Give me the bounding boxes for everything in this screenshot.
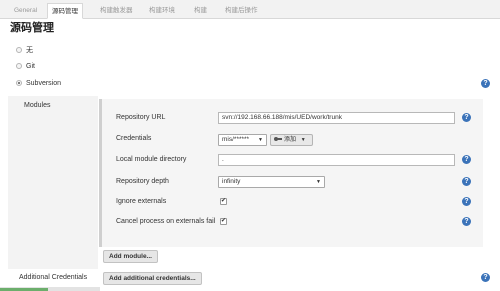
- dropdown-arrow-icon: ▼: [258, 137, 263, 143]
- tab-source-code-management[interactable]: 源码管理: [47, 3, 83, 19]
- credentials-selected-value: mis/******: [222, 136, 250, 143]
- scm-option-none[interactable]: 无: [16, 45, 33, 55]
- repository-depth-select[interactable]: infinity ▼: [218, 176, 325, 188]
- repository-depth-label: Repository depth: [116, 178, 169, 185]
- tab-post-build-actions[interactable]: 构建后操作: [221, 3, 262, 19]
- credentials-label: Credentials: [116, 135, 152, 142]
- repository-url-input[interactable]: svn://192.168.66.188/mis/UED/work/trunk: [218, 112, 455, 124]
- tab-build[interactable]: 构建: [190, 3, 211, 19]
- config-tab-bar: General 源码管理 构建触发器 构建环境 构建 构建后操作: [0, 0, 500, 19]
- cancel-on-externals-fail-checkbox[interactable]: ✔: [220, 218, 227, 225]
- repository-depth-selected-value: infinity: [222, 178, 241, 185]
- modules-label: Modules: [24, 102, 51, 109]
- help-icon-additional-credentials[interactable]: ?: [481, 273, 490, 282]
- tab-build-environment[interactable]: 构建环境: [145, 3, 179, 19]
- dropdown-arrow-icon: ▼: [300, 137, 306, 143]
- help-icon-repository-url[interactable]: ?: [462, 113, 471, 122]
- tab-build-triggers[interactable]: 构建触发器: [96, 3, 137, 19]
- dropdown-arrow-icon: ▼: [316, 179, 321, 185]
- help-icon-local-module-directory[interactable]: ?: [462, 155, 471, 164]
- tab-general[interactable]: General: [10, 3, 41, 19]
- scm-option-subversion[interactable]: Subversion: [16, 78, 61, 88]
- scm-option-label: Git: [26, 62, 35, 70]
- help-icon-subversion[interactable]: ?: [481, 79, 490, 88]
- radio-button[interactable]: [16, 47, 22, 53]
- modules-label-column: [8, 96, 98, 269]
- add-credentials-button[interactable]: 添加 ▼: [270, 134, 313, 146]
- help-icon-repository-depth[interactable]: ?: [462, 177, 471, 186]
- add-credentials-label: 添加: [284, 137, 297, 143]
- section-title: 源码管理: [10, 22, 54, 34]
- scm-option-label: 无: [26, 47, 33, 54]
- repository-url-label: Repository URL: [116, 114, 166, 121]
- cancel-on-externals-fail-label: Cancel process on externals fail: [116, 218, 216, 225]
- additional-credentials-label: Additional Credentials: [19, 274, 88, 281]
- scm-option-label: Subversion: [26, 79, 62, 87]
- ignore-externals-checkbox[interactable]: ✔: [220, 198, 227, 205]
- credentials-select[interactable]: mis/****** ▼: [218, 134, 267, 146]
- help-icon-ignore-externals[interactable]: ?: [462, 197, 471, 206]
- key-icon: [274, 137, 282, 142]
- ignore-externals-label: Ignore externals: [116, 198, 167, 205]
- add-additional-credentials-button[interactable]: Add additional credentials...: [103, 272, 202, 285]
- add-module-button[interactable]: Add module...: [103, 250, 158, 263]
- scm-option-git[interactable]: Git: [16, 61, 35, 71]
- radio-button[interactable]: [16, 63, 22, 69]
- radio-button-selected[interactable]: [16, 80, 22, 86]
- help-icon-cancel-on-externals-fail[interactable]: ?: [462, 217, 471, 226]
- local-module-directory-input[interactable]: .: [218, 154, 455, 166]
- local-module-directory-label: Local module directory: [116, 156, 187, 163]
